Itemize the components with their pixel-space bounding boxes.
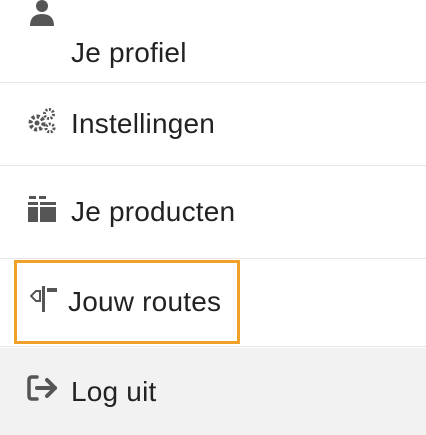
menu-item-routes[interactable]: Jouw routes [14, 260, 240, 344]
menu-item-logout[interactable]: Log uit [0, 348, 426, 435]
divider [0, 346, 426, 347]
user-menu: Je profiel Instellingen Je producten Jou… [0, 0, 426, 435]
logout-icon [27, 373, 63, 410]
menu-item-profile[interactable]: Je profiel [0, 0, 426, 82]
menu-item-label: Log uit [71, 375, 157, 407]
routes-icon [29, 284, 60, 321]
menu-item-settings[interactable]: Instellingen [0, 83, 426, 165]
menu-item-label: Je producten [71, 196, 236, 227]
gears-icon [27, 107, 63, 142]
user-icon [27, 0, 63, 47]
menu-item-products[interactable]: Je producten [0, 166, 426, 258]
menu-item-label: Instellingen [71, 108, 216, 139]
menu-item-label: Jouw routes [68, 286, 222, 317]
divider [0, 258, 426, 259]
menu-item-label: Je profiel [71, 37, 187, 68]
products-icon [27, 194, 63, 231]
